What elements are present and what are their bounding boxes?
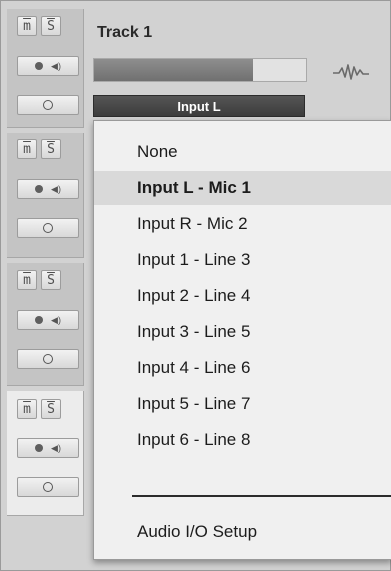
mute-button[interactable]: m	[17, 139, 37, 159]
input-monitor-button[interactable]	[17, 95, 79, 115]
record-monitor-button[interactable]: ◀)	[17, 179, 79, 199]
input-monitor-button[interactable]	[17, 218, 79, 238]
solo-button[interactable]: S	[41, 16, 61, 36]
circle-icon	[43, 354, 53, 364]
solo-button[interactable]: S	[41, 399, 61, 419]
solo-button[interactable]: S	[41, 270, 61, 290]
track-strip-4: m S ◀)	[7, 391, 84, 516]
menu-item-input-1-line-3[interactable]: Input 1 - Line 3	[94, 243, 391, 277]
record-monitor-button[interactable]: ◀)	[17, 310, 79, 330]
track-title[interactable]: Track 1	[97, 24, 152, 42]
level-meter-fill	[94, 59, 253, 81]
menu-item-input-5-line-7[interactable]: Input 5 - Line 7	[94, 387, 391, 421]
speaker-icon: ◀)	[51, 314, 61, 325]
circle-icon	[43, 482, 53, 492]
mute-button[interactable]: m	[17, 16, 37, 36]
menu-item-input-3-line-5[interactable]: Input 3 - Line 5	[94, 315, 391, 349]
input-monitor-button[interactable]	[17, 477, 79, 497]
menu-item-input-2-line-4[interactable]: Input 2 - Line 4	[94, 279, 391, 313]
input-dropdown-menu: None Input L - Mic 1 Input R - Mic 2 Inp…	[93, 120, 391, 560]
circle-icon	[43, 223, 53, 233]
menu-item-input-l-mic-1[interactable]: Input L - Mic 1	[94, 171, 391, 205]
track-strip-3: m S ◀)	[7, 263, 84, 386]
waveform-icon	[333, 64, 369, 80]
record-icon	[35, 316, 44, 324]
record-monitor-button[interactable]: ◀)	[17, 438, 79, 458]
solo-button[interactable]: S	[41, 139, 61, 159]
mute-button[interactable]: m	[17, 399, 37, 419]
menu-separator	[132, 495, 391, 497]
menu-item-input-r-mic-2[interactable]: Input R - Mic 2	[94, 207, 391, 241]
record-monitor-button[interactable]: ◀)	[17, 56, 79, 76]
record-icon	[35, 62, 44, 70]
menu-item-input-6-line-8[interactable]: Input 6 - Line 8	[94, 423, 391, 457]
speaker-icon: ◀)	[51, 442, 61, 453]
record-icon	[35, 444, 44, 452]
track-strip-2: m S ◀)	[7, 133, 84, 258]
menu-item-audio-io-setup[interactable]: Audio I/O Setup	[94, 515, 391, 549]
circle-icon	[43, 100, 53, 110]
track-strip-1: m S ◀)	[7, 9, 84, 128]
mute-button[interactable]: m	[17, 270, 37, 290]
level-meter	[93, 58, 307, 82]
menu-item-input-4-line-6[interactable]: Input 4 - Line 6	[94, 351, 391, 385]
speaker-icon: ◀)	[51, 183, 61, 194]
menu-item-none[interactable]: None	[94, 135, 391, 169]
speaker-icon: ◀)	[51, 60, 61, 71]
input-selector-button[interactable]: Input L	[93, 95, 305, 117]
input-monitor-button[interactable]	[17, 349, 79, 369]
record-icon	[35, 185, 44, 193]
window: m S ◀) m S ◀) m S ◀) m S ◀) Track 1 Inpu…	[0, 0, 391, 571]
